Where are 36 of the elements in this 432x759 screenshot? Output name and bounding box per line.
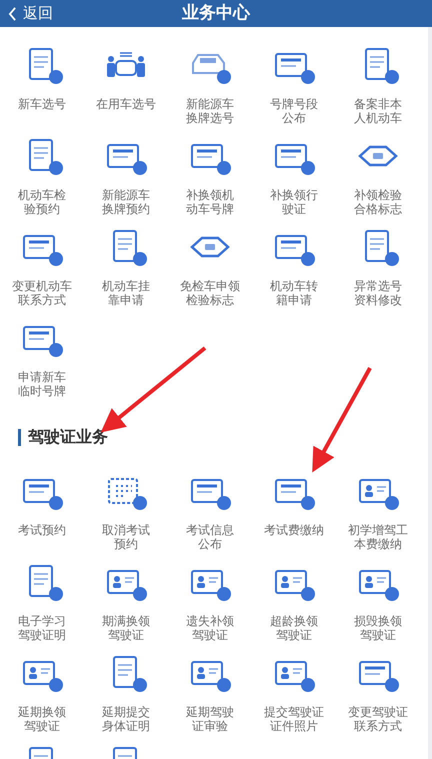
service-link[interactable]: 延期换领驾驶证 [17, 705, 67, 733]
service-link[interactable]: 遗失补领驾驶证 [185, 614, 235, 642]
service-link[interactable]: 号牌号段公布 [269, 97, 319, 125]
service-link[interactable]: 变更机动车联系方式 [11, 279, 73, 307]
service-link[interactable]: 备案非本人机动车 [353, 97, 403, 125]
service-link[interactable]: 机动车转籍申请 [269, 279, 319, 307]
service-link[interactable]: 损毁换领驾驶证 [353, 614, 403, 642]
service-link[interactable]: 申请新车临时号牌 [17, 370, 67, 398]
chevron-left-icon [8, 6, 17, 20]
service-link[interactable]: 免检车申领检验标志 [179, 279, 241, 307]
service-link[interactable]: 提交驾驶证证件照片 [263, 705, 325, 733]
service-link[interactable]: 补换领行驶证 [269, 188, 319, 216]
service-link[interactable]: 超龄换领驾驶证 [269, 614, 319, 642]
service-link[interactable]: 机动车检验预约 [17, 188, 67, 216]
service-link[interactable]: 考试信息公布 [185, 523, 235, 551]
service-link[interactable]: 取消考试预约 [101, 523, 151, 551]
service-link[interactable]: 延期驾驶证审验 [185, 705, 235, 733]
back-button[interactable]: 返回 [8, 4, 53, 23]
service-link[interactable]: 在用车选号 [95, 97, 157, 111]
service-link[interactable]: 电子学习驾驶证明 [17, 614, 67, 642]
service-link[interactable]: 补换领机动车号牌 [185, 188, 235, 216]
service-link[interactable]: 延期提交身体证明 [101, 705, 151, 733]
service-link[interactable]: 补领检验合格标志 [353, 188, 403, 216]
section-marker [18, 428, 21, 446]
section-title: 驾驶证业务 [28, 426, 108, 448]
service-link[interactable]: 初学增驾工本费缴纳 [347, 523, 409, 551]
service-link[interactable]: 考试费缴纳 [263, 523, 325, 537]
service-link[interactable]: 新车选号 [11, 97, 73, 111]
service-link[interactable]: 考试预约 [11, 523, 73, 537]
service-link[interactable]: 机动车挂靠申请 [101, 279, 151, 307]
service-link[interactable]: 新能源车换牌选号 [185, 97, 235, 125]
service-link[interactable]: 变更驾驶证联系方式 [347, 705, 409, 733]
service-link[interactable]: 期满换领驾驶证 [101, 614, 151, 642]
service-link[interactable]: 新能源车换牌预约 [101, 188, 151, 216]
service-link[interactable]: 异常选号资料修改 [353, 279, 403, 307]
page-title: 业务中心 [182, 2, 250, 25]
